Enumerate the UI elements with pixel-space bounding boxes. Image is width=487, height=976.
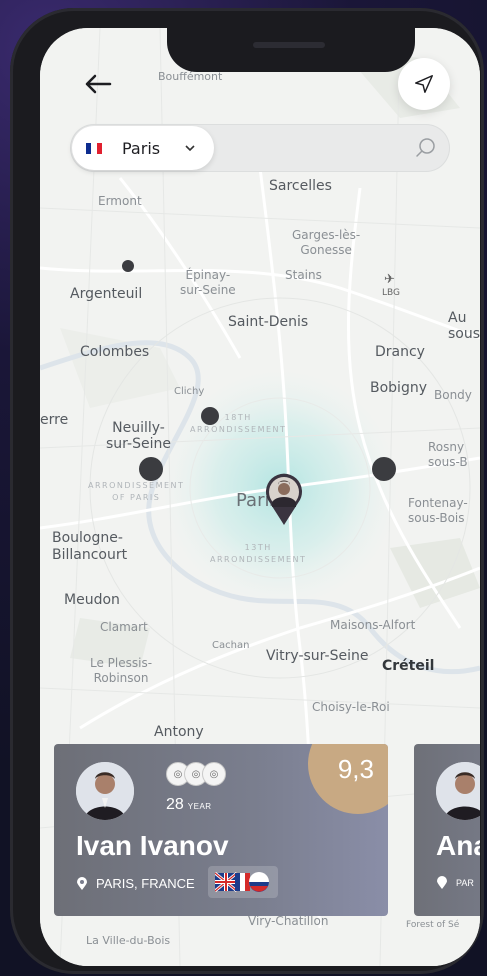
map-user-dot[interactable]	[139, 457, 163, 481]
language-flags	[208, 866, 278, 898]
map-label-clamart: Clamart	[100, 620, 148, 634]
map-label-viry: Viry-Chatillon	[248, 914, 329, 928]
map-label-lbg: LBG	[382, 288, 401, 298]
city-selector[interactable]: Paris	[72, 126, 214, 170]
notch	[167, 28, 415, 72]
map-label-13th-arr: 13TH ARRONDISSEMENT	[210, 543, 307, 564]
arrow-left-icon	[85, 74, 112, 94]
location-text: PARIS, FRANCE	[96, 876, 195, 891]
map-label-boulogne: Boulogne- Billancourt	[52, 530, 128, 563]
location-pin-icon	[437, 876, 447, 889]
search-input[interactable]	[220, 132, 414, 166]
map-user-dot[interactable]	[122, 260, 134, 272]
age-unit: YEAR	[187, 802, 212, 811]
fr-flag-icon	[235, 873, 250, 891]
france-flag-icon	[86, 142, 102, 154]
locate-me-button[interactable]	[398, 58, 450, 110]
map-label-drancy: Drancy	[375, 344, 425, 360]
profile-name: Ana	[436, 830, 480, 861]
profile-card[interactable]: 9,3 ◎ ◎ ◎ 28 YEAR Ivan Ivanov PARIS, FRA…	[54, 744, 388, 916]
map-label-epinay: Épinay- sur-Seine	[180, 268, 236, 297]
map-label-fontenay: Fontenay- sous-Bois	[408, 496, 468, 525]
profile-location: PAR	[436, 876, 474, 890]
map-user-dot[interactable]	[201, 407, 219, 425]
map-label-ermont: Ermont	[98, 194, 142, 208]
map-label-sarcelles: Sarcelles	[269, 178, 332, 194]
back-button[interactable]	[78, 64, 118, 104]
avatar	[436, 762, 480, 820]
map-label-stains: Stains	[285, 268, 322, 282]
flag-stripe-red	[96, 142, 102, 154]
profile-card[interactable]: Ana PAR	[414, 744, 480, 916]
score-value: 9,3	[337, 754, 374, 784]
map-label-rosny: Rosny sous-B	[428, 440, 468, 469]
map-label-clichy: Clichy	[174, 386, 205, 397]
map-label-colombes: Colombes	[80, 344, 150, 360]
age-number: 28	[166, 796, 184, 813]
map-label-antony: Antony	[154, 724, 204, 740]
map-label-erre: erre	[40, 412, 69, 428]
map-label-bobigny: Bobigny	[370, 380, 427, 396]
location-pin-icon	[77, 876, 87, 890]
map-label-forest: Forest of Sé	[406, 920, 460, 930]
location-text: PAR	[456, 878, 474, 888]
ru-flag-icon	[249, 872, 269, 892]
map-label-neuilly: Neuilly- sur-Seine	[106, 420, 171, 452]
map-label-maisons-alfort: Maisons-Alfort	[330, 618, 416, 632]
map-label-garges: Garges-lès- Gonesse	[292, 228, 361, 257]
search-icon[interactable]	[414, 136, 438, 160]
map-label-creteil: Créteil	[382, 658, 435, 674]
profile-location: PARIS, FRANCE	[76, 876, 195, 891]
search-bar: Paris	[70, 124, 450, 172]
city-name: Paris	[122, 138, 161, 158]
chevron-down-icon	[184, 144, 196, 152]
map-screen[interactable]: Bouffémont Sarcelles Ermont Garges-lès- …	[40, 28, 480, 966]
age: 28 YEAR	[166, 796, 212, 814]
achievement-badges: ◎ ◎ ◎	[166, 762, 226, 786]
uk-flag-icon	[215, 871, 238, 893]
map-label-meudon: Meudon	[64, 592, 120, 608]
map-label-16th-arr: ARRONDISSEMENT OF PARIS	[88, 481, 185, 502]
map-label-choisy: Choisy-le-Roi	[312, 700, 390, 714]
phone-frame: Bouffémont Sarcelles Ermont Garges-lès- …	[10, 8, 484, 974]
map-user-dot[interactable]	[372, 457, 396, 481]
airplane-icon: ✈	[384, 272, 395, 287]
map-pin-icon[interactable]	[262, 473, 306, 527]
map-label-ville-du-bois: La Ville-du-Bois	[86, 934, 171, 947]
map-label-aulnay: Au sous	[448, 310, 480, 342]
profile-name: Ivan Ivanov	[76, 830, 229, 861]
map-label-argenteuil: Argenteuil	[70, 286, 143, 302]
map-label-saint-denis: Saint-Denis	[228, 314, 309, 330]
achievement-badge-icon: ◎	[202, 762, 226, 786]
avatar	[76, 762, 134, 820]
map-label-plessis: Le Plessis- Robinson	[90, 656, 153, 685]
map-label-vitry: Vitry-sur-Seine	[266, 648, 369, 664]
map-label-bondy: Bondy	[434, 388, 472, 402]
map-label-cachan: Cachan	[212, 640, 250, 651]
navigation-arrow-icon	[415, 75, 433, 93]
